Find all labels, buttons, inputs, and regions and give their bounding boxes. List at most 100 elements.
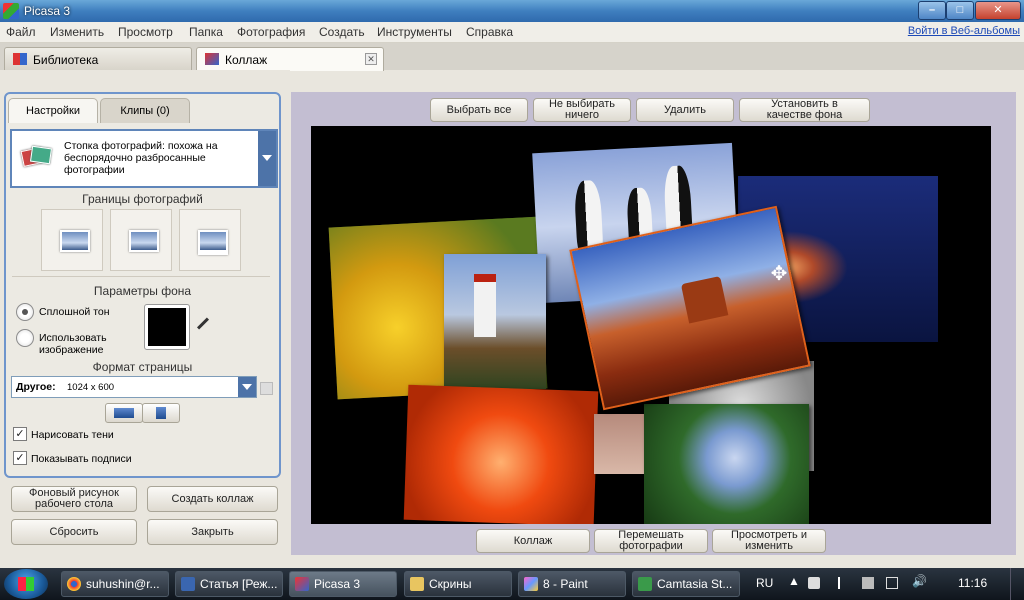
- library-icon: [13, 53, 27, 65]
- photo-lighthouse[interactable]: [444, 254, 546, 389]
- taskbar-item-label: suhushin@r...: [86, 577, 160, 591]
- landscape-orientation-button[interactable]: [105, 403, 143, 423]
- chevron-down-icon: [242, 384, 252, 390]
- photo-pile-icon: [20, 145, 53, 169]
- taskbar-item-paint[interactable]: 8 - Paint: [518, 571, 626, 597]
- display-icon[interactable]: [886, 577, 898, 589]
- borders-section-title: Границы фотографий: [82, 192, 203, 206]
- format-size: 1024 x 600: [67, 382, 115, 393]
- taskbar-item-label: 8 - Paint: [543, 577, 588, 591]
- close-tab-icon[interactable]: ✕: [365, 53, 377, 65]
- view-and-edit-button[interactable]: Просмотреть и изменить: [712, 529, 826, 553]
- reset-button[interactable]: Сбросить: [11, 519, 137, 545]
- tab-library[interactable]: Библиотека: [4, 47, 192, 71]
- photo-partial-face[interactable]: [594, 414, 644, 474]
- desktop-wallpaper-button[interactable]: Фоновый рисунок рабочего стола: [11, 486, 137, 512]
- chrome-icon: [67, 577, 81, 591]
- collage-style-dropdown[interactable]: Стопка фотографий: похожа на беспорядочн…: [10, 129, 278, 188]
- network-icon[interactable]: [808, 577, 820, 589]
- format-lock-icon[interactable]: [260, 382, 273, 395]
- color-swatch-button[interactable]: [144, 304, 190, 350]
- picasa-icon: [295, 577, 309, 591]
- menu-create[interactable]: Создать: [319, 25, 365, 39]
- show-desktop-button[interactable]: [1010, 568, 1024, 600]
- show-captions-label: Показывать подписи: [31, 453, 132, 465]
- menu-tools[interactable]: Инструменты: [377, 25, 452, 39]
- radio-solid-color[interactable]: [16, 303, 34, 321]
- black-swatch: [148, 308, 186, 346]
- language-indicator[interactable]: RU: [756, 576, 773, 590]
- menu-bar: Файл Изменить Просмотр Папка Фотография …: [0, 22, 1024, 43]
- page-format-title: Формат страницы: [92, 360, 193, 374]
- use-image-label: Использовать изображение: [39, 332, 107, 356]
- taskbar-item-picasa[interactable]: Picasa 3: [289, 571, 397, 597]
- minimize-button[interactable]: –: [918, 1, 946, 20]
- web-albums-signin-link[interactable]: Войти в Веб-альбомы: [908, 25, 1020, 37]
- tab-settings[interactable]: Настройки: [8, 98, 98, 123]
- volume-icon[interactable]: 🔊: [912, 574, 927, 588]
- taskbar-item-label: Статья [Реж...: [200, 577, 278, 591]
- show-hidden-icons-icon[interactable]: ▲: [788, 574, 800, 588]
- menu-edit[interactable]: Изменить: [50, 25, 104, 39]
- divider: [12, 276, 270, 277]
- photo-hydrangea[interactable]: [644, 404, 809, 524]
- taskbar-item-label: Picasa 3: [314, 577, 361, 591]
- taskbar-item-screens[interactable]: Скрины: [404, 571, 512, 597]
- collage-icon: [205, 53, 219, 65]
- paint-icon: [524, 577, 538, 591]
- chevron-down-icon: [262, 155, 272, 161]
- photo-chrysanthemum[interactable]: [403, 384, 599, 524]
- menu-file[interactable]: Файл: [6, 25, 36, 39]
- menu-picture[interactable]: Фотография: [237, 25, 305, 39]
- close-button[interactable]: Закрыть: [147, 519, 278, 545]
- delete-button[interactable]: Удалить: [636, 98, 734, 122]
- format-dropdown-arrow[interactable]: [238, 377, 256, 397]
- desktop-wallpaper-label: Фоновый рисунок рабочего стола: [29, 487, 119, 510]
- draw-shadows-checkbox[interactable]: ✓: [13, 427, 27, 441]
- taskbar-item-article[interactable]: Статья [Реж...: [175, 571, 283, 597]
- flag-icon[interactable]: [838, 577, 852, 589]
- landscape-icon: [114, 408, 134, 418]
- set-as-background-button[interactable]: Установить в качестве фона: [739, 98, 870, 122]
- select-none-button[interactable]: Не выбирать ничего: [533, 98, 631, 122]
- border-option-white[interactable]: [110, 209, 172, 271]
- solid-color-label: Сплошной тон: [39, 306, 110, 318]
- create-collage-button[interactable]: Создать коллаж: [147, 486, 278, 512]
- clock[interactable]: 11:16: [958, 576, 987, 590]
- page-format-select[interactable]: Другое: 1024 x 600: [11, 376, 257, 398]
- tab-clips[interactable]: Клипы (0): [100, 98, 190, 123]
- show-captions-checkbox[interactable]: ✓: [13, 451, 27, 465]
- usb-icon[interactable]: [862, 577, 874, 589]
- select-all-button[interactable]: Выбрать все: [430, 98, 528, 122]
- border-preview-icon: [129, 230, 159, 252]
- collage-button[interactable]: Коллаж: [476, 529, 590, 553]
- portrait-icon: [156, 407, 166, 419]
- start-button[interactable]: [4, 569, 48, 599]
- style-dropdown-arrow[interactable]: [258, 131, 276, 186]
- menu-help[interactable]: Справка: [466, 25, 513, 39]
- radio-use-image[interactable]: [16, 329, 34, 347]
- picasa-app-icon: [3, 3, 19, 19]
- tab-collage[interactable]: Коллаж ✕: [196, 47, 384, 71]
- move-cursor-icon: ✥: [770, 263, 788, 285]
- eyedropper-icon[interactable]: [196, 317, 210, 330]
- portrait-orientation-button[interactable]: [142, 403, 180, 423]
- shuffle-photos-button[interactable]: Перемешать фотографии: [594, 529, 708, 553]
- camtasia-icon: [638, 577, 652, 591]
- collage-canvas[interactable]: ✥: [311, 126, 991, 524]
- window-title: Picasa 3: [24, 4, 71, 18]
- menu-view[interactable]: Просмотр: [118, 25, 173, 39]
- menu-folder[interactable]: Папка: [189, 25, 223, 39]
- format-type: Другое:: [16, 381, 56, 393]
- border-option-polaroid[interactable]: [179, 209, 241, 271]
- windows-taskbar: suhushin@r... Статья [Реж... Picasa 3 Ск…: [0, 568, 1024, 600]
- taskbar-item-label: Camtasia St...: [657, 577, 733, 591]
- maximize-button[interactable]: □: [946, 1, 974, 20]
- close-window-button[interactable]: ✕: [975, 1, 1021, 20]
- taskbar-item-label: Скрины: [429, 577, 472, 591]
- border-option-none[interactable]: [41, 209, 103, 271]
- taskbar-item-camtasia[interactable]: Camtasia St...: [632, 571, 740, 597]
- shuffle-photos-label: Перемешать фотографии: [618, 529, 684, 552]
- collage-style-text: Стопка фотографий: похожа на беспорядочн…: [64, 140, 218, 176]
- taskbar-item-chrome[interactable]: suhushin@r...: [61, 571, 169, 597]
